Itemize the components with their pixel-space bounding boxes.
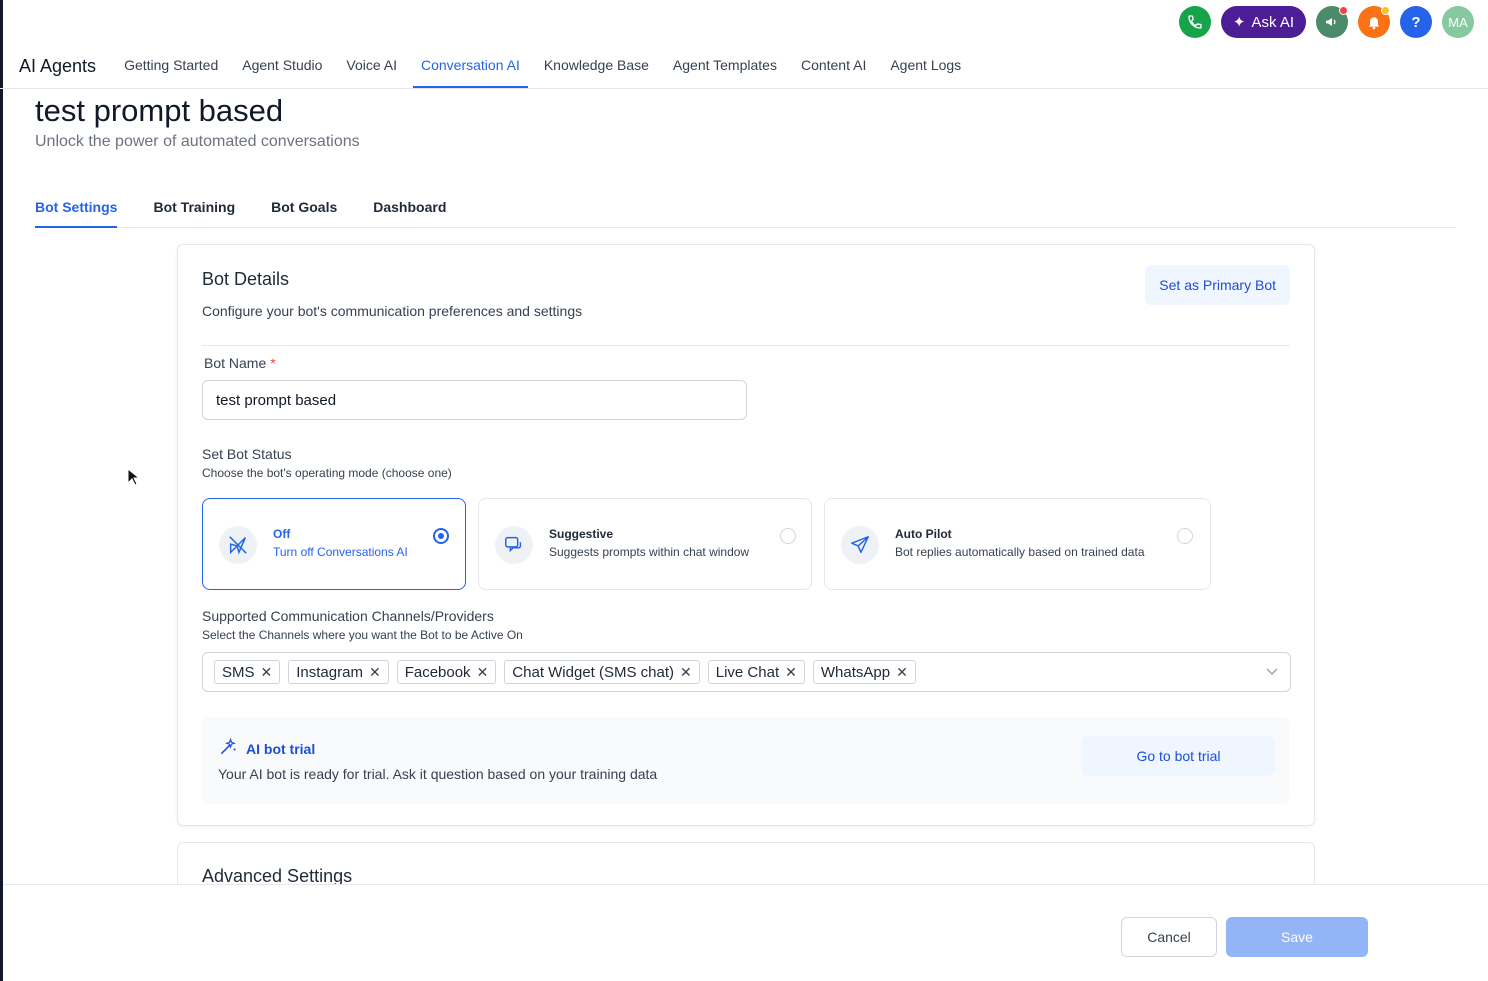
ask-ai-label: Ask AI [1251, 13, 1294, 31]
notification-dot [1339, 6, 1348, 15]
bot-details-card: Bot Details Configure your bot's communi… [177, 244, 1315, 826]
sparkle-wand-icon [218, 737, 238, 760]
channel-tag: Facebook ✕ [396, 660, 497, 684]
mode-off-option[interactable]: Off Turn off Conversations AI [202, 498, 466, 590]
tab-dashboard[interactable]: Dashboard [373, 190, 446, 228]
mode-off-desc: Turn off Conversations AI [273, 545, 408, 559]
tab-bot-training[interactable]: Bot Training [153, 190, 235, 228]
trial-title: AI bot trial [218, 737, 315, 760]
mode-suggestive-title: Suggestive [549, 527, 614, 541]
nav-conversation-ai[interactable]: Conversation AI [413, 44, 528, 88]
window-edge [0, 0, 3, 981]
top-icon-bar: ✦ Ask AI ? MA [1178, 6, 1474, 38]
page-title: test prompt based [35, 93, 284, 128]
required-mark: * [270, 355, 276, 371]
channel-tag-label: WhatsApp [820, 663, 891, 681]
ask-ai-button[interactable]: ✦ Ask AI [1220, 6, 1306, 38]
bell-icon[interactable] [1358, 6, 1390, 38]
avatar-initials: MA [1448, 14, 1468, 30]
channel-tag-label: SMS [222, 663, 255, 681]
nav-agent-studio[interactable]: Agent Studio [234, 44, 330, 88]
channel-tag-label: Facebook [404, 663, 471, 681]
mode-suggestive-radio[interactable] [780, 528, 796, 544]
footer-bar: Cancel Save [3, 884, 1488, 981]
remove-tag-icon[interactable]: ✕ [477, 664, 489, 681]
mode-off-radio[interactable] [433, 528, 449, 544]
mode-off-title: Off [273, 527, 291, 541]
channel-tag-label: Instagram [296, 663, 363, 681]
trial-title-text: AI bot trial [246, 740, 316, 757]
remove-tag-icon[interactable]: ✕ [261, 664, 273, 681]
top-nav: AI Agents Getting Started Agent Studio V… [0, 44, 1488, 89]
remove-tag-icon[interactable]: ✕ [680, 664, 692, 681]
tab-bot-settings[interactable]: Bot Settings [35, 190, 118, 228]
bot-status-label: Set Bot Status [202, 446, 292, 462]
sparkle-icon: ✦ [1232, 14, 1246, 31]
bot-details-title: Bot Details [202, 269, 290, 289]
channels-select[interactable]: SMS ✕ Instagram ✕ Facebook ✕ Chat Widget (S… [202, 652, 1291, 692]
nav-agent-templates[interactable]: Agent Templates [665, 44, 785, 88]
app-title: AI Agents [19, 55, 97, 76]
mode-auto-pilot-option[interactable]: Auto Pilot Bot replies automatically bas… [824, 498, 1211, 590]
mode-auto-pilot-title: Auto Pilot [895, 527, 952, 541]
bot-status-hint: Choose the bot's operating mode (choose … [202, 466, 452, 480]
chevron-down-icon[interactable] [1266, 663, 1278, 679]
channel-tag: Live Chat ✕ [707, 660, 805, 684]
channels-label: Supported Communication Channels/Provide… [202, 608, 494, 624]
bot-details-description: Configure your bot's communication prefe… [202, 303, 583, 319]
channel-tag: SMS ✕ [214, 660, 281, 684]
remove-tag-icon[interactable]: ✕ [896, 664, 908, 681]
page-subtitle: Unlock the power of automated conversati… [35, 133, 360, 150]
nav-agent-logs[interactable]: Agent Logs [882, 44, 969, 88]
channel-tag: Instagram ✕ [288, 660, 389, 684]
mode-suggestive-option[interactable]: Suggestive Suggests prompts within chat … [478, 498, 812, 590]
bot-off-icon [219, 526, 257, 564]
bot-name-label-text: Bot Name [204, 355, 267, 371]
divider [202, 345, 1290, 346]
cancel-button[interactable]: Cancel [1121, 917, 1217, 957]
channel-tag-label: Live Chat [715, 663, 780, 681]
nav-content-ai[interactable]: Content AI [793, 44, 874, 88]
notification-dot [1381, 6, 1390, 15]
help-label: ? [1411, 13, 1421, 31]
nav-knowledge-base[interactable]: Knowledge Base [536, 44, 657, 88]
mode-auto-pilot-radio[interactable] [1177, 528, 1193, 544]
paper-plane-icon [841, 526, 879, 564]
remove-tag-icon[interactable]: ✕ [369, 664, 381, 681]
chat-bubbles-icon [495, 526, 533, 564]
megaphone-icon[interactable] [1316, 6, 1348, 38]
set-primary-bot-button[interactable]: Set as Primary Bot [1145, 265, 1290, 305]
nav-voice-ai[interactable]: Voice AI [338, 44, 405, 88]
channel-tag: Chat Widget (SMS chat) ✕ [504, 660, 700, 684]
remove-tag-icon[interactable]: ✕ [785, 664, 797, 681]
go-to-bot-trial-button[interactable]: Go to bot trial [1082, 736, 1275, 776]
sub-tabs: Bot Settings Bot Training Bot Goals Dash… [35, 190, 1456, 228]
channels-hint: Select the Channels where you want the B… [202, 628, 523, 642]
channel-tag-label: Chat Widget (SMS chat) [512, 663, 675, 681]
phone-icon[interactable] [1178, 6, 1211, 38]
tab-bot-goals[interactable]: Bot Goals [271, 190, 337, 228]
ai-bot-trial-panel: AI bot trial Your AI bot is ready for tr… [202, 717, 1289, 804]
trial-description: Your AI bot is ready for trial. Ask it q… [218, 766, 658, 782]
channel-tag: WhatsApp ✕ [812, 660, 916, 684]
avatar[interactable]: MA [1442, 6, 1474, 38]
mode-suggestive-desc: Suggests prompts within chat window [549, 545, 750, 559]
bot-name-label: Bot Name * [204, 355, 276, 371]
bot-name-input[interactable] [202, 380, 747, 420]
save-button[interactable]: Save [1226, 917, 1368, 957]
mode-auto-pilot-desc: Bot replies automatically based on train… [895, 545, 1145, 559]
nav-getting-started[interactable]: Getting Started [116, 44, 226, 88]
mouse-cursor-icon [127, 467, 141, 491]
help-icon[interactable]: ? [1400, 6, 1432, 38]
